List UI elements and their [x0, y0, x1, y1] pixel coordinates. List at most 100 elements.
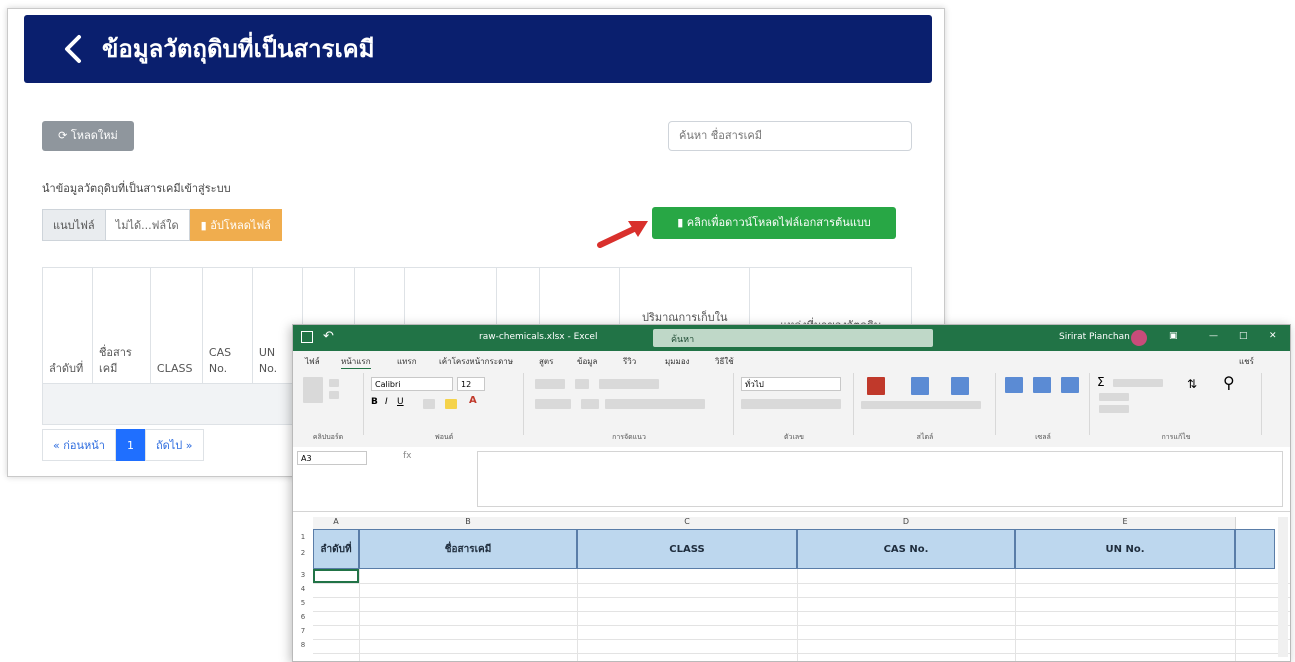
tab-data[interactable]: ข้อมูล: [577, 355, 597, 368]
row-number[interactable]: 5: [293, 599, 313, 607]
upload-button[interactable]: ▮ อัปโหลดไฟล์: [189, 209, 282, 241]
header-cell-class[interactable]: CLASS: [577, 529, 797, 569]
autosave-icon[interactable]: [301, 331, 313, 343]
orientation-icon[interactable]: [575, 379, 589, 389]
header-cell-order[interactable]: ลำดับที่: [313, 529, 359, 569]
editing-group: Σ ⇅ ⚲ การแก้ไข: [1091, 373, 1262, 441]
current-page-button[interactable]: 1: [115, 429, 145, 461]
fill-icon[interactable]: [1099, 393, 1129, 401]
ribbon-tabs: ไฟล์ หน้าแรก แทรก เค้าโครงหน้ากระดาษ สูต…: [293, 351, 1290, 370]
row-number[interactable]: 3: [293, 571, 313, 579]
close-icon[interactable]: ✕: [1269, 331, 1277, 341]
formula-bar: A3 fx: [293, 447, 1290, 512]
reload-button[interactable]: ⟳ โหลดใหม่: [42, 121, 134, 151]
clipboard-group-label: คลิปบอร์ด: [312, 433, 344, 441]
format-cells-icon[interactable]: [1061, 377, 1079, 393]
copy-icon[interactable]: [329, 391, 339, 399]
table-header-cell: CAS No.: [201, 267, 253, 384]
excel-window: ↶ raw-chemicals.xlsx - Excel ค้นหา Sirir…: [292, 324, 1291, 662]
row-number[interactable]: 2: [293, 549, 313, 557]
formula-input[interactable]: [477, 451, 1283, 507]
row-gridline: [313, 653, 1290, 654]
prev-page-button[interactable]: « ก่อนหน้า: [42, 429, 116, 461]
cell-styles-icon[interactable]: [951, 377, 969, 395]
tab-help[interactable]: วิธีใช้: [715, 355, 734, 368]
cells-group-label: เซลล์: [1035, 433, 1051, 441]
column-header-a[interactable]: A: [313, 517, 360, 529]
delete-cells-icon[interactable]: [1033, 377, 1051, 393]
header-cell-un-no[interactable]: UN No.: [1015, 529, 1235, 569]
font-size-select[interactable]: 12: [457, 377, 485, 391]
minimize-icon[interactable]: —: [1209, 331, 1218, 341]
format-as-table-icon[interactable]: [911, 377, 929, 395]
wrap-text-icon[interactable]: [599, 379, 659, 389]
editing-group-label: การแก้ไข: [1161, 433, 1191, 441]
sort-filter-icon[interactable]: ⇅: [1187, 377, 1197, 391]
choose-file-button[interactable]: แนบไฟล์: [42, 209, 106, 241]
header-cell-chemical-name[interactable]: ชื่อสารเคมี: [359, 529, 577, 569]
ribbon-display-icon[interactable]: ▣: [1169, 331, 1178, 341]
back-icon[interactable]: [54, 29, 94, 69]
pagination: « ก่อนหน้า 1 ถัดไป »: [42, 429, 204, 461]
undo-icon[interactable]: ↶: [323, 329, 334, 344]
import-label: นำข้อมูลวัตถุดิบที่เป็นสารเคมีเข้าสู่ระบ…: [42, 182, 231, 195]
column-header-c[interactable]: C: [577, 517, 798, 529]
excel-search-box[interactable]: ค้นหา: [653, 329, 933, 347]
paste-icon[interactable]: [303, 377, 323, 403]
conditional-formatting-icon[interactable]: [867, 377, 885, 395]
column-gridline: [797, 569, 798, 661]
underline-icon[interactable]: U: [397, 397, 404, 407]
indent-icon[interactable]: [581, 399, 599, 409]
tab-file[interactable]: ไฟล์: [305, 355, 320, 368]
file-upload-group: แนบไฟล์ ไม่ได้...ฟล์ใด ▮ อัปโหลดไฟล์: [42, 209, 282, 241]
column-header-d[interactable]: D: [797, 517, 1016, 529]
row-number[interactable]: 8: [293, 641, 313, 649]
number-format-select[interactable]: ทั่วไป: [741, 377, 841, 391]
tab-home[interactable]: หน้าแรก: [341, 355, 371, 370]
tab-review[interactable]: รีวิว: [623, 355, 636, 368]
align-center-icon[interactable]: [535, 399, 571, 409]
next-page-button[interactable]: ถัดไป »: [144, 429, 204, 461]
selected-cell-a3[interactable]: [313, 569, 359, 583]
italic-icon[interactable]: I: [385, 397, 388, 407]
vertical-scrollbar[interactable]: [1278, 517, 1288, 657]
font-name-select[interactable]: Calibri: [371, 377, 453, 391]
insert-cells-icon[interactable]: [1005, 377, 1023, 393]
merge-center-icon[interactable]: [605, 399, 705, 409]
align-top-icon[interactable]: [535, 379, 565, 389]
clear-icon[interactable]: [1099, 405, 1129, 413]
fill-color-icon[interactable]: [445, 399, 457, 409]
borders-icon[interactable]: [423, 399, 435, 409]
row-number[interactable]: 6: [293, 613, 313, 621]
header-cell-cas-no[interactable]: CAS No.: [797, 529, 1015, 569]
header-cell-empty[interactable]: [1235, 529, 1275, 569]
tab-formulas[interactable]: สูตร: [539, 355, 553, 368]
cut-icon[interactable]: [329, 379, 339, 387]
avatar[interactable]: [1131, 330, 1147, 346]
table-header-cell: ชื่อสารเคมี: [91, 267, 151, 384]
column-header-b[interactable]: B: [359, 517, 578, 529]
download-template-button[interactable]: ▮ คลิกเพื่อดาวน์โหลดไฟล์เอกสารต้นแบบ: [652, 207, 896, 239]
row-number[interactable]: 7: [293, 627, 313, 635]
bold-icon[interactable]: B: [371, 397, 378, 407]
name-box[interactable]: A3: [297, 451, 367, 465]
row-gridline: [313, 611, 1290, 612]
tab-insert[interactable]: แทรก: [397, 355, 417, 368]
tab-page-layout[interactable]: เค้าโครงหน้ากระดาษ: [439, 355, 513, 368]
row-number[interactable]: 4: [293, 585, 313, 593]
font-group: Calibri 12 B I U A ฟอนต์: [365, 373, 524, 441]
column-header-e[interactable]: E: [1015, 517, 1236, 529]
excel-title-bar: ↶ raw-chemicals.xlsx - Excel ค้นหา Sirir…: [293, 325, 1290, 351]
autosum-icon[interactable]: Σ: [1097, 375, 1105, 389]
table-header-cell: ลำดับที่: [42, 267, 93, 384]
number-format-buttons[interactable]: [741, 399, 841, 409]
number-group: ทั่วไป ตัวเลข: [735, 373, 854, 441]
restore-icon[interactable]: □: [1239, 331, 1248, 341]
fx-icon[interactable]: fx: [403, 451, 412, 461]
tab-view[interactable]: มุมมอง: [665, 355, 690, 368]
font-color-icon[interactable]: A: [469, 395, 477, 406]
share-button[interactable]: แชร์: [1239, 355, 1254, 368]
search-input[interactable]: [668, 121, 912, 151]
find-select-icon[interactable]: ⚲: [1223, 373, 1235, 392]
row-number[interactable]: 1: [293, 533, 313, 541]
